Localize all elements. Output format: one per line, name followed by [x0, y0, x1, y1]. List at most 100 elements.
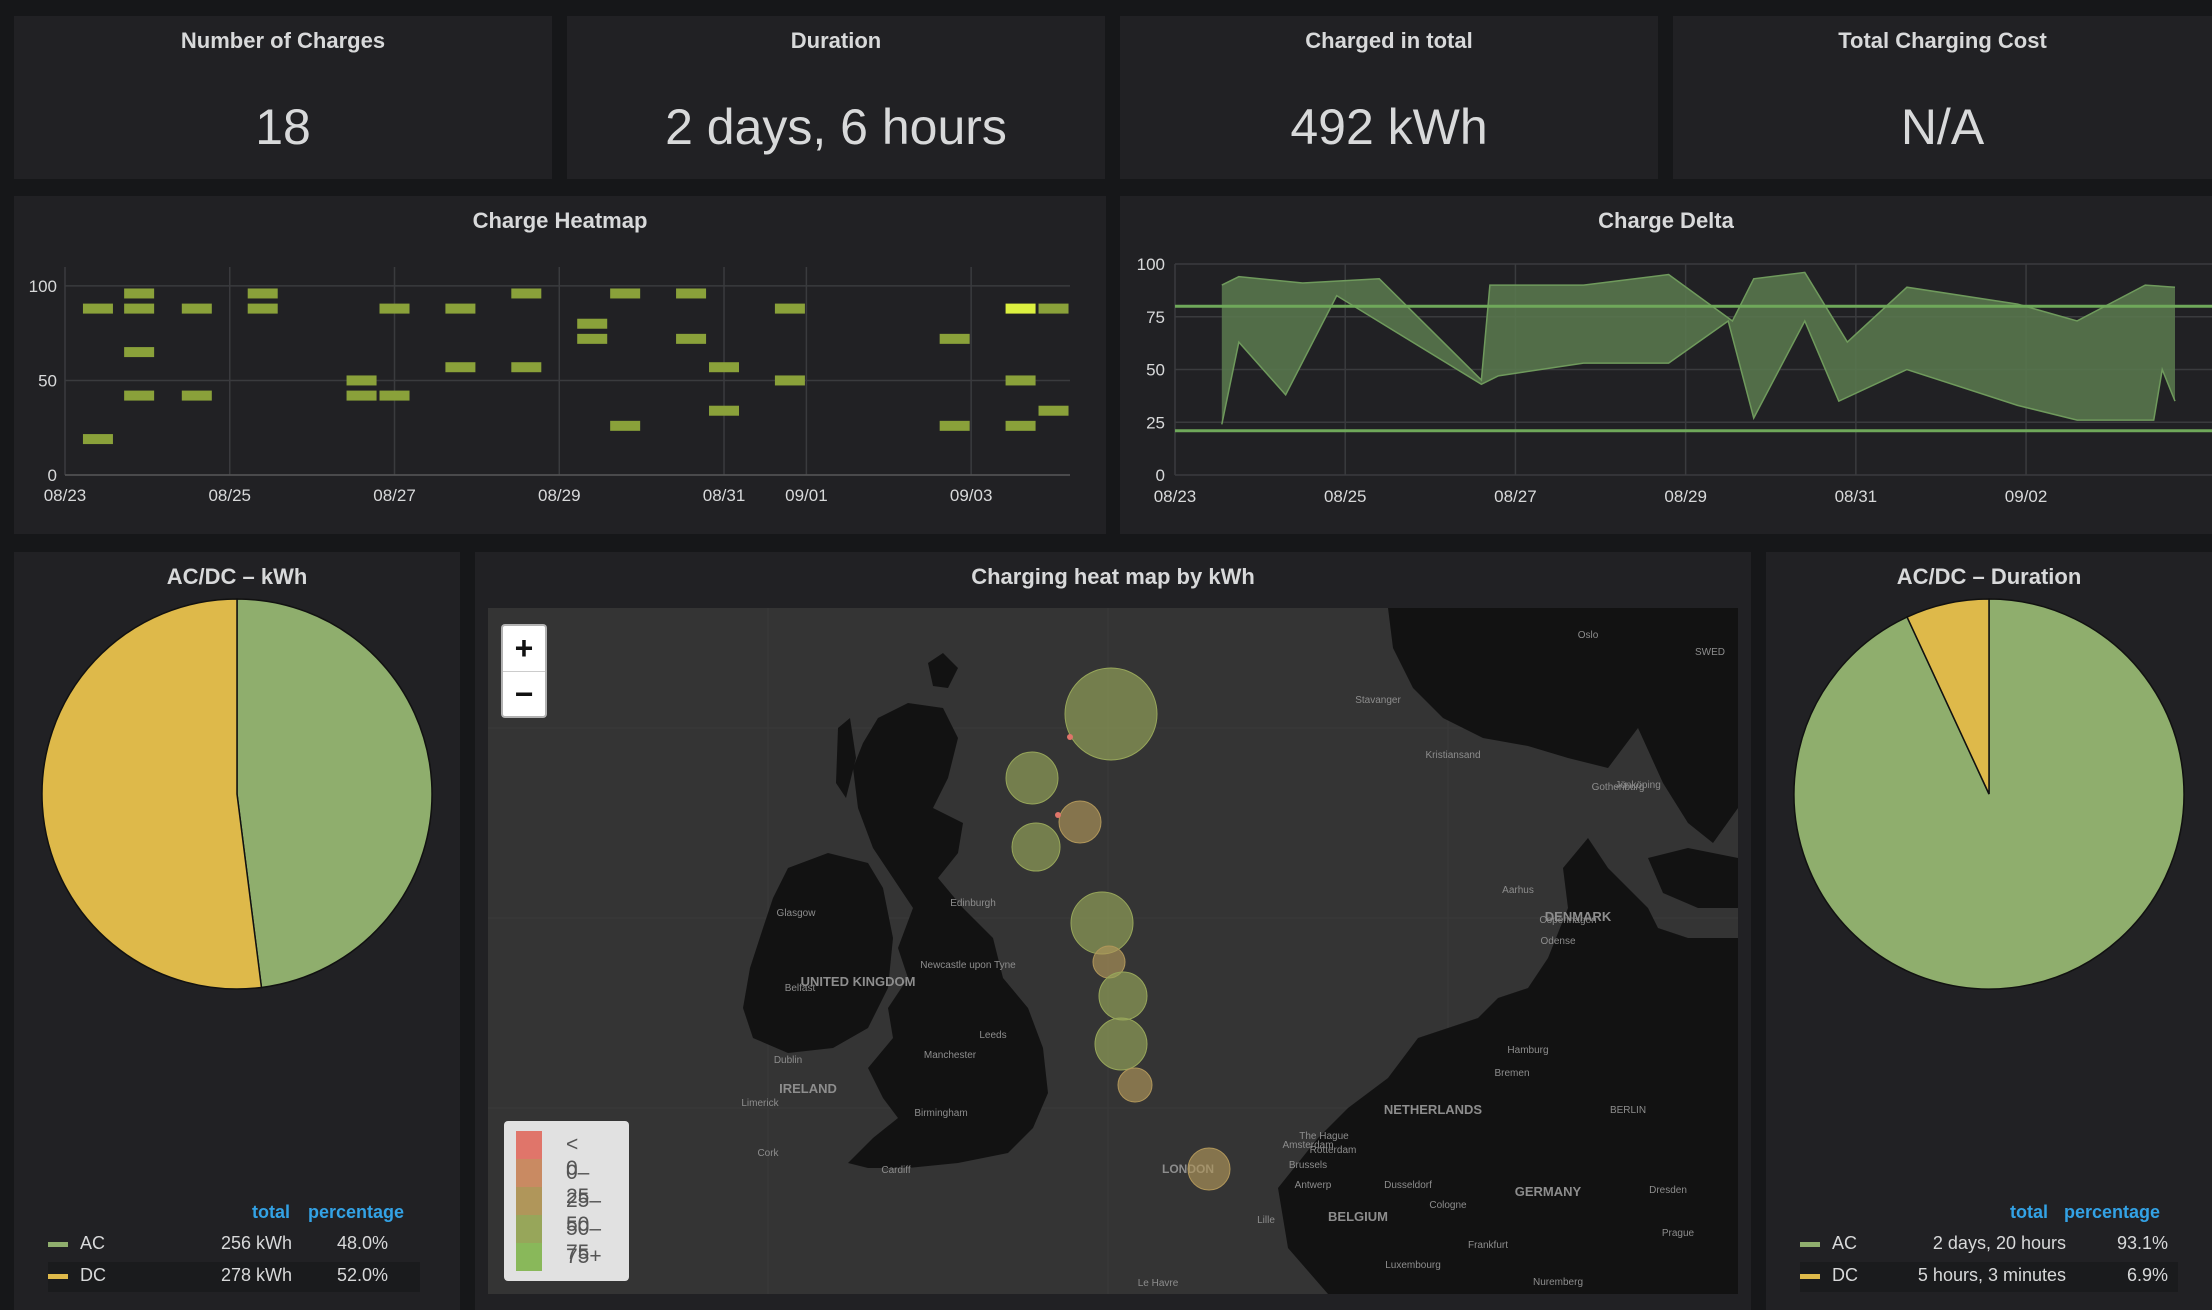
stat-title: Number of Charges [180, 28, 386, 53]
heatmap-cell [774, 375, 805, 386]
map-place-label: BELGIUM [1328, 1209, 1388, 1224]
map-place-label: Manchester [924, 1050, 977, 1061]
heatmap-cell [247, 288, 278, 299]
map-bubble[interactable] [1094, 1017, 1148, 1071]
heatmap-cell [939, 333, 970, 344]
map-place-label: Cologne [1429, 1200, 1467, 1211]
heatmap-cell [1038, 303, 1069, 314]
x-tick-label: 08/31 [1835, 487, 1878, 506]
map-place-label: Odense [1540, 936, 1575, 947]
map-place-label: Brussels [1289, 1160, 1327, 1171]
map-bubble[interactable] [1005, 751, 1059, 805]
stat-title: Total Charging Cost [1838, 28, 2047, 53]
zoom-out-button[interactable]: − [503, 672, 545, 717]
legend-swatch [516, 1215, 542, 1243]
map-place-label: UNITED KINGDOM [801, 974, 916, 989]
legend-row-ac[interactable]: AC 2 days, 20 hours 93.1% [1800, 1230, 2178, 1260]
y-tick-label: 100 [1137, 255, 1165, 274]
map-place-label: Luxembourg [1385, 1260, 1441, 1271]
x-tick-label: 09/02 [2005, 487, 2048, 506]
map-bubble[interactable] [1064, 667, 1158, 761]
map-bubble[interactable] [1098, 971, 1148, 1021]
map-place-label: Cardiff [881, 1165, 910, 1176]
stat-value: 18 [255, 99, 311, 155]
map-place-label: Dresden [1649, 1185, 1687, 1196]
legend-header-total[interactable]: total [252, 1202, 290, 1223]
map-marker [1067, 734, 1073, 740]
heatmap-cell [511, 288, 542, 299]
map-place-label: Frankfurt [1468, 1240, 1508, 1251]
map-place-label: Lille [1257, 1215, 1275, 1226]
stat-panel-charges: Number of Charges 18 [14, 16, 552, 179]
legend-percentage: 52.0% [336, 1265, 388, 1285]
map-place-label: NETHERLANDS [1384, 1102, 1483, 1117]
map-place-label: Bremen [1494, 1068, 1529, 1079]
heatmap-cell [247, 303, 278, 314]
charging-map-panel: Charging heat map by kWh UNITED KINGDOM I… [475, 552, 1751, 1310]
stat-value: 492 kWh [1290, 99, 1488, 155]
map-legend: < 0 0–25 25–50 50–75 75+ [504, 1121, 629, 1281]
heatmap-cell [124, 390, 155, 401]
heatmap-cell [1038, 405, 1069, 416]
map-bubble[interactable] [1070, 891, 1134, 955]
map-viewport[interactable]: UNITED KINGDOM IRELAND NETHERLANDS BELGIUM G… [488, 608, 1738, 1294]
legend-label: DC [80, 1265, 106, 1285]
legend-label: AC [1832, 1233, 1858, 1253]
heatmap-cell [709, 362, 740, 373]
legend-swatch [516, 1243, 542, 1271]
panel-title: Charging heat map by kWh [971, 564, 1255, 589]
map-place-label: Gothenburg [1592, 782, 1645, 793]
heatmap-cell [379, 390, 410, 401]
map-place-label: IRELAND [779, 1081, 837, 1096]
legend-row-ac[interactable]: AC 256 kWh 48.0% [48, 1230, 420, 1260]
stat-value: N/A [1900, 99, 1985, 155]
charge-delta-chart[interactable]: 0 25 50 75 100 08/23 08/25 08/27 08/29 08/31 09/02 [1120, 196, 2212, 534]
map-bubble[interactable] [1011, 822, 1061, 872]
legend-row-dc[interactable]: DC 5 hours, 3 minutes 6.9% [1800, 1262, 2178, 1292]
legend-total: 256 kWh [220, 1233, 292, 1253]
charge-heatmap-chart[interactable]: 0 50 100 08/23 08/25 08/27 08/29 08/31 09/01 09/0… [14, 196, 1106, 534]
ac-dc-duration-panel: AC/DC – Duration total percentage AC 2 d… [1766, 552, 2212, 1310]
map-canvas[interactable]: UNITED KINGDOM IRELAND NETHERLANDS BELGIUM G… [488, 608, 1738, 1294]
ac-dc-duration-pie[interactable] [1766, 592, 2212, 1032]
map-place-label: The Hague [1299, 1131, 1349, 1142]
map-place-label: Stavanger [1355, 695, 1401, 706]
legend-header-percentage[interactable]: percentage [308, 1202, 404, 1223]
land-denmark-islands [1648, 848, 1738, 908]
map-bubble[interactable] [1058, 800, 1102, 844]
legend-header-total[interactable]: total [2010, 1202, 2048, 1223]
map-place-label: Hamburg [1507, 1045, 1548, 1056]
heatmap-cell [124, 303, 155, 314]
legend-swatch-ac [1800, 1242, 1820, 1247]
heatmap-cell [511, 362, 542, 373]
y-tick-label: 50 [1146, 361, 1165, 380]
legend-row-dc[interactable]: DC 278 kWh 52.0% [48, 1262, 420, 1292]
stat-panel-charged-total: Charged in total 492 kWh [1120, 16, 1658, 179]
x-tick-label: 08/31 [703, 486, 746, 505]
y-tick-label: 50 [38, 371, 57, 390]
y-tick-label: 0 [48, 466, 57, 485]
map-place-label: Glasgow [777, 908, 817, 919]
map-bubble[interactable] [1187, 1147, 1231, 1191]
map-place-label: Dublin [774, 1055, 802, 1066]
map-place-label: Newcastle upon Tyne [920, 960, 1016, 971]
x-tick-label: 08/27 [373, 486, 416, 505]
x-tick-label: 08/25 [208, 486, 251, 505]
ac-dc-kwh-pie[interactable] [14, 592, 460, 1032]
heatmap-cell [445, 303, 476, 314]
legend-header-percentage[interactable]: percentage [2064, 1202, 2160, 1223]
map-place-label: Prague [1662, 1228, 1695, 1239]
map-place-label: Edinburgh [950, 898, 996, 909]
map-bubble[interactable] [1117, 1067, 1153, 1103]
stat-title: Duration [790, 28, 882, 53]
charge-heatmap-panel: Charge Heatmap 0 50 100 08/23 08/25 08/27 08/2… [14, 196, 1106, 534]
legend-swatch [516, 1187, 542, 1215]
legend-total: 2 days, 20 hours [1932, 1233, 2066, 1253]
land-hebrides [836, 718, 856, 798]
heatmap-cell [577, 333, 608, 344]
legend-swatch-ac [48, 1242, 68, 1247]
land-orkney [928, 653, 958, 688]
panel-title: AC/DC – Duration [1896, 564, 2082, 589]
zoom-in-button[interactable]: + [503, 626, 545, 672]
x-tick-label: 08/23 [1154, 487, 1197, 506]
